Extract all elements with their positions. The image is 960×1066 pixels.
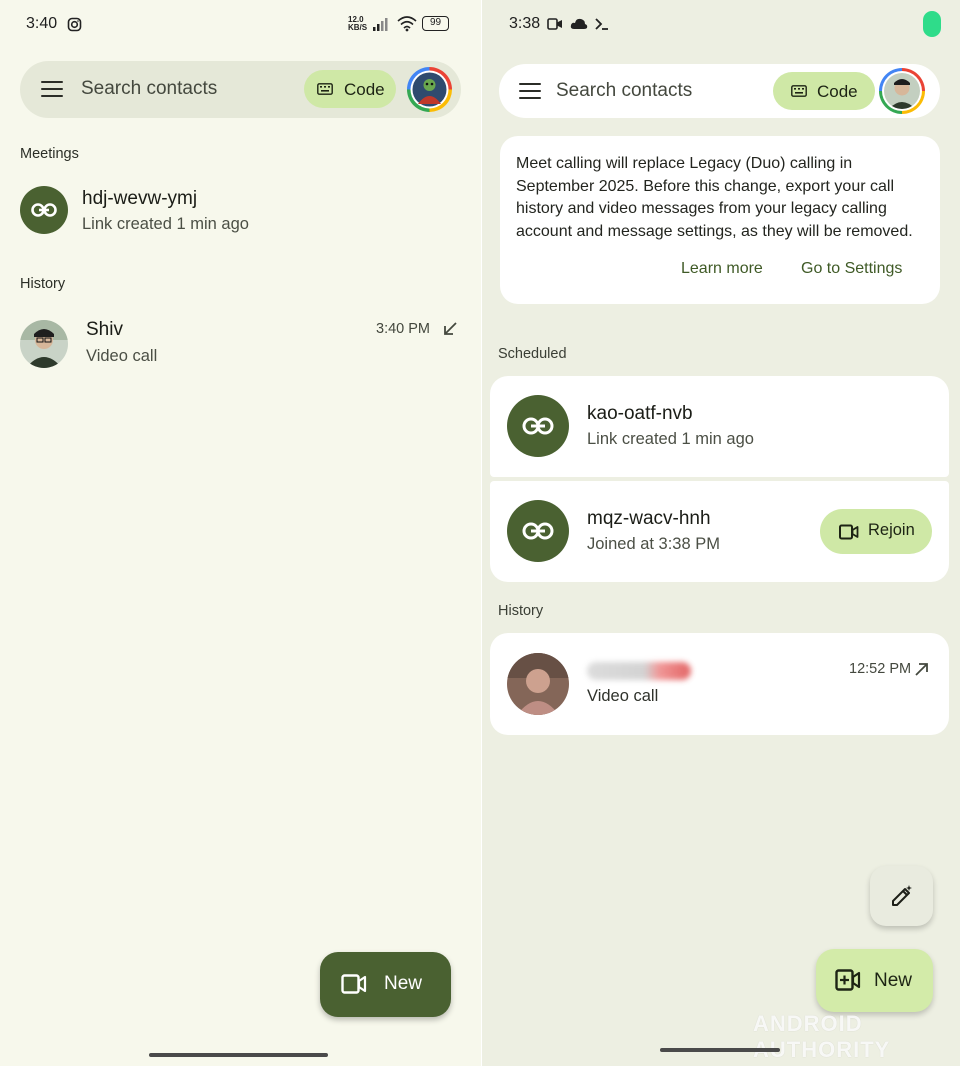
notice-text: Meet calling will replace Legacy (Duo) c… [516, 155, 913, 240]
link-icon [507, 395, 569, 457]
signal-icon [373, 18, 388, 31]
incoming-call-arrow-icon [444, 322, 457, 335]
fab-label: New [384, 973, 423, 994]
new-meeting-fab[interactable]: New [816, 949, 933, 1012]
privacy-indicator [923, 11, 941, 37]
scheduled-item[interactable]: mqz-wacv-hnh Joined at 3:38 PM Rejoin [490, 481, 949, 582]
keyboard-icon [791, 85, 807, 97]
meeting-row[interactable]: hdj-wevw-ymj Link created 1 min ago [0, 178, 481, 244]
meeting-title: kao-oatf-nvb [587, 403, 693, 424]
edit-sparkle-icon [892, 885, 912, 906]
video-status-icon [547, 18, 562, 30]
wifi-icon [397, 16, 417, 32]
menu-icon[interactable] [519, 80, 543, 104]
home-indicator [149, 1053, 328, 1057]
watermark: ANDROID AUTHORITY [753, 1011, 891, 1062]
call-type: Video call [587, 687, 659, 705]
code-label: Code [344, 80, 385, 99]
rejoin-button[interactable]: Rejoin [820, 509, 932, 554]
meeting-subtitle: Link created 1 min ago [82, 215, 249, 233]
compose-fab[interactable] [870, 866, 933, 926]
menu-icon[interactable] [41, 78, 65, 102]
go-to-settings-button[interactable]: Go to Settings [801, 260, 902, 278]
call-time: 12:52 PM [849, 661, 912, 677]
history-heading: History [498, 603, 544, 619]
fab-label: New [874, 970, 913, 991]
search-input[interactable]: Search contacts [556, 80, 692, 102]
link-icon [20, 186, 68, 234]
status-time: 3:38 [509, 15, 541, 32]
meeting-subtitle: Joined at 3:38 PM [587, 535, 720, 553]
videocam-icon [839, 524, 859, 540]
videocam-icon [341, 974, 367, 994]
contact-avatar [20, 320, 68, 368]
status-time: 3:40 [26, 15, 58, 32]
code-label: Code [817, 82, 858, 101]
left-screen: 3:40 12.0 KB/S 99 Search contacts Code M… [0, 0, 481, 1066]
cloud-icon [570, 18, 588, 29]
account-avatar-image [882, 71, 922, 111]
scheduled-heading: Scheduled [498, 346, 567, 362]
search-input[interactable]: Search contacts [81, 78, 217, 100]
add-video-icon [835, 969, 861, 991]
meeting-subtitle: Link created 1 min ago [587, 430, 754, 448]
contact-name: Shiv [86, 319, 123, 340]
network-speed: 12.0 KB/S [348, 15, 368, 32]
home-indicator [660, 1048, 780, 1052]
call-type: Video call [86, 347, 158, 365]
meeting-title: hdj-wevw-ymj [82, 188, 198, 209]
history-item[interactable]: Video call 12:52 PM [490, 633, 949, 735]
meetings-heading: Meetings [20, 146, 79, 162]
instagram-icon [67, 17, 82, 32]
contact-avatar [507, 653, 569, 715]
new-meeting-fab[interactable]: New [320, 952, 451, 1017]
search-bar[interactable]: Search contacts Code [20, 61, 461, 118]
call-time: 3:40 PM [376, 321, 430, 337]
duo-notice-card: Meet calling will replace Legacy (Duo) c… [500, 136, 940, 304]
rejoin-label: Rejoin [868, 521, 915, 539]
history-row[interactable]: Shiv Video call 3:40 PM [0, 308, 481, 374]
search-bar[interactable]: Search contacts Code [499, 64, 940, 118]
code-button[interactable]: Code [304, 70, 396, 108]
outgoing-call-arrow-icon [915, 663, 928, 676]
account-avatar-image [410, 70, 449, 109]
terminal-icon [595, 18, 608, 30]
code-button[interactable]: Code [773, 72, 875, 110]
contact-name-blurred [587, 662, 691, 680]
keyboard-icon [317, 83, 333, 95]
history-heading: History [20, 276, 66, 292]
meeting-title: mqz-wacv-hnh [587, 508, 711, 529]
link-icon [507, 500, 569, 562]
account-avatar[interactable] [407, 67, 452, 112]
learn-more-button[interactable]: Learn more [681, 260, 763, 278]
battery-icon: 99 [422, 16, 449, 31]
scheduled-item[interactable]: kao-oatf-nvb Link created 1 min ago [490, 376, 949, 477]
right-screen: 3:38 Search contacts Code Meet calling w… [482, 0, 960, 1066]
account-avatar[interactable] [879, 68, 925, 114]
